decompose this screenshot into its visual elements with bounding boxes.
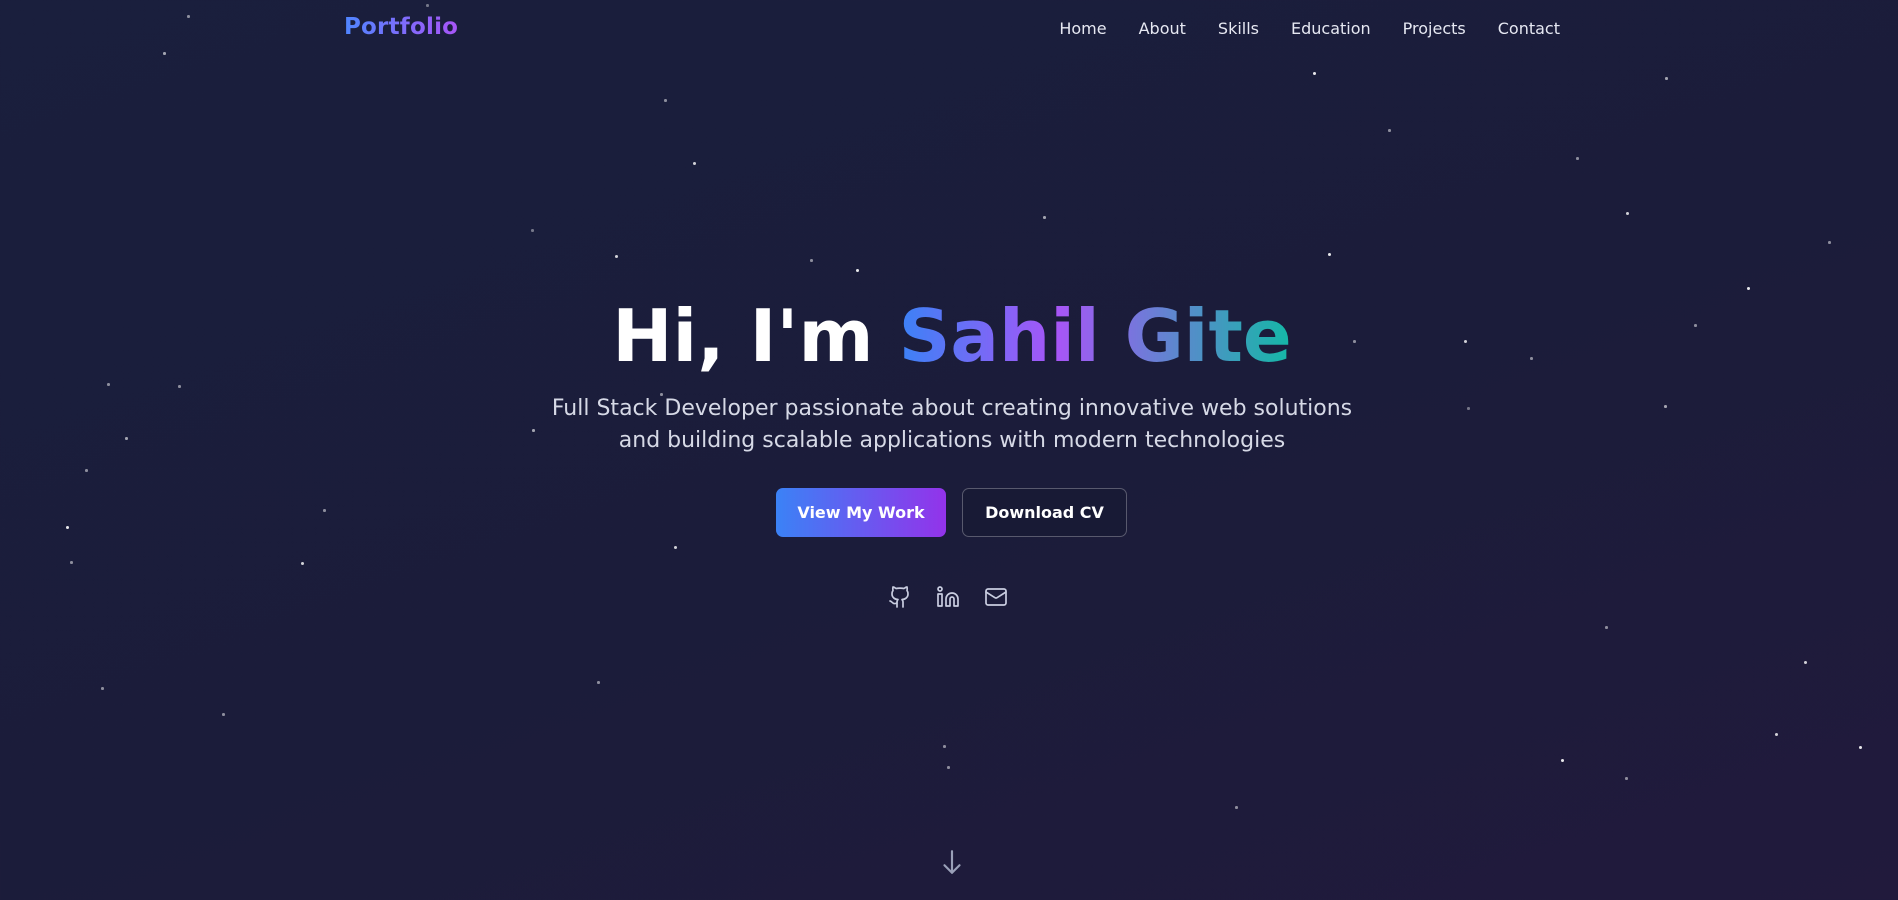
hero-greeting: Hi, I'm [612,294,899,378]
hero-name: Sahil Gite [898,294,1292,378]
social-links [888,585,1008,609]
view-my-work-button[interactable]: View My Work [776,488,946,537]
mail-icon[interactable] [984,585,1008,609]
arrow-down-icon[interactable] [939,848,965,876]
hero-subtitle-line-1: Full Stack Developer passionate about cr… [551,396,1353,421]
download-cv-button[interactable]: Download CV [962,488,1127,537]
hero-title: Hi, I'm Sahil Gite [0,296,1898,376]
linkedin-icon[interactable] [936,585,960,609]
hero-subtitle-line-2: and building scalable applications with … [618,428,1286,453]
hero-subtitle: Full Stack Developer passionate about cr… [549,393,1355,457]
github-icon[interactable] [888,585,912,609]
hero-section: Hi, I'm Sahil Gite Full Stack Developer … [0,0,1898,900]
